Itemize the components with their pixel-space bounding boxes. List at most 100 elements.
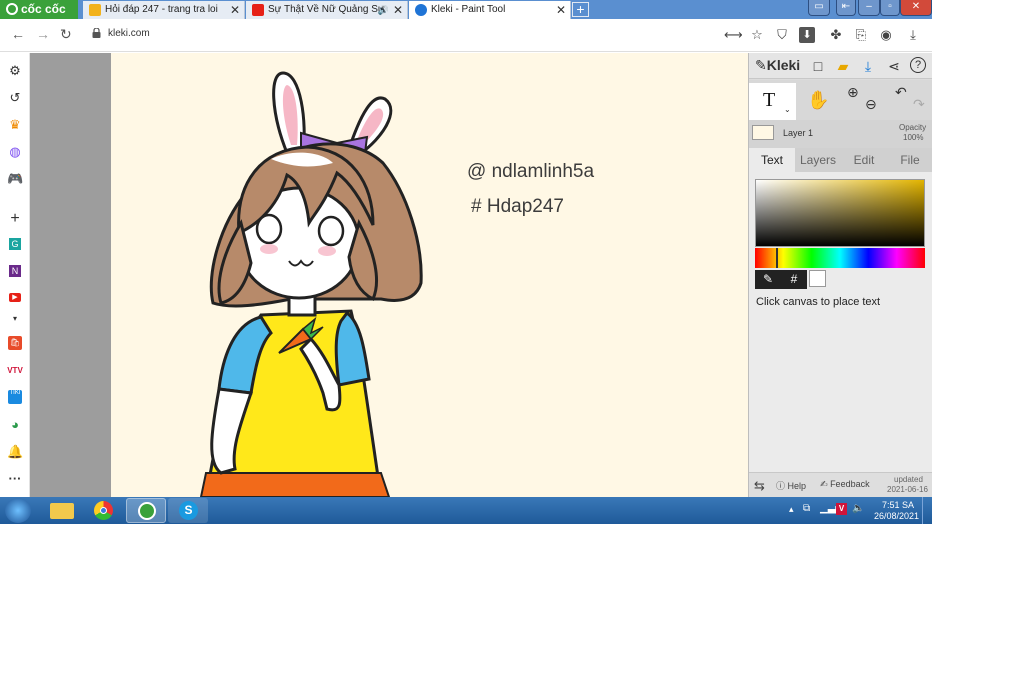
settings-gear-icon[interactable]: ⚙	[7, 63, 23, 79]
help-icon[interactable]: ?	[910, 57, 926, 73]
start-button[interactable]	[5, 498, 31, 523]
account-icon[interactable]: ◉	[878, 27, 894, 43]
undo-icon[interactable]: ↶	[895, 84, 907, 101]
back-icon[interactable]: ←	[11, 26, 25, 42]
hoidap-favicon-icon	[89, 4, 101, 16]
history-icon[interactable]: ↺	[7, 90, 23, 106]
tab-text[interactable]: Text	[749, 148, 795, 172]
kleki-favicon-icon	[415, 4, 427, 16]
gamepad-icon[interactable]: 🎮	[7, 171, 23, 187]
help-circle-icon: ⓘ	[776, 481, 786, 491]
layer-row[interactable]: Layer 1 Opacity 100%	[749, 120, 932, 148]
zoom-in-icon[interactable]: ⊕	[847, 84, 859, 101]
star-icon[interactable]: ☆	[749, 27, 765, 43]
tab-kleki[interactable]: Kleki - Paint Tool ✕	[409, 1, 571, 19]
tab-hoidap247[interactable]: Hỏi đáp 247 - trang tra loi ✕	[83, 1, 245, 19]
chrome-icon[interactable]	[84, 498, 124, 523]
help-link[interactable]: ⓘ Help	[776, 479, 806, 492]
coccoc-taskbar-icon[interactable]	[126, 498, 166, 523]
swap-icon[interactable]: ⇆	[754, 478, 765, 494]
capture-icon[interactable]: ⎘	[853, 27, 869, 43]
translate-icon[interactable]: ⟷	[724, 27, 743, 43]
download-icon[interactable]: ⤓	[859, 57, 877, 75]
hue-handle[interactable]	[776, 248, 778, 268]
zoom-out-icon[interactable]: ⊖	[865, 96, 877, 113]
tab-youtube[interactable]: Sự Thật Về Nữ Quảng Sư 🔊 ✕	[246, 1, 408, 19]
close-icon[interactable]: ✕	[556, 1, 566, 19]
new-image-icon[interactable]: □	[809, 57, 827, 75]
clock-time[interactable]: 7:51 SA	[882, 500, 914, 510]
vtv-icon[interactable]: VTV	[7, 363, 23, 379]
feedback-link[interactable]: ✍ Feedback	[820, 479, 870, 490]
skype-icon[interactable]: S	[168, 498, 208, 523]
chevron-down-icon[interactable]: ▾	[7, 311, 23, 327]
opacity-value: 100%	[903, 133, 924, 142]
add-icon[interactable]: +	[7, 211, 23, 227]
character-drawing	[199, 71, 423, 497]
globe-icon[interactable]: ◕	[7, 417, 23, 433]
color-saturation-picker[interactable]	[755, 179, 925, 247]
eyedropper-icon[interactable]: ✎	[755, 270, 781, 289]
file-explorer-icon[interactable]	[42, 498, 82, 523]
current-color-swatch[interactable]	[809, 270, 826, 287]
canvas-text-username: @ ndlamlinh5a	[467, 161, 595, 182]
tray-expand-icon[interactable]: ▴	[789, 504, 794, 515]
close-icon[interactable]: ✕	[393, 1, 403, 19]
address-bar: ← → ↻ kleki.com ⟷ ☆ ⛉ ⬇ ✤ ⎘ ◉ ⤓	[0, 19, 932, 52]
tab-file[interactable]: File	[887, 148, 932, 172]
downloads-icon[interactable]: ⤓	[905, 27, 921, 43]
show-desktop-button[interactable]	[922, 497, 932, 524]
chevron-down-icon[interactable]: ⌄	[784, 105, 791, 114]
right-blush	[318, 246, 336, 256]
speaker-icon[interactable]: 🔊	[378, 1, 389, 19]
layer-name: Layer 1	[783, 128, 814, 138]
antivirus-icon[interactable]: V	[836, 503, 847, 515]
hex-input-button[interactable]: #	[781, 270, 807, 289]
new-tab-button[interactable]: +	[572, 2, 589, 17]
bell-icon[interactable]: 🔔	[7, 444, 23, 460]
tiki-icon[interactable]: TIKI	[8, 390, 22, 404]
app-g-icon[interactable]: G	[9, 238, 21, 250]
volume-icon[interactable]: 🔈	[852, 503, 864, 514]
text-tool[interactable]: T ⌄	[749, 83, 796, 120]
forward-icon[interactable]: →	[36, 26, 50, 42]
canvas-gutter	[30, 53, 111, 497]
network-device-icon[interactable]: ⧉	[803, 503, 810, 514]
text-hint: Click canvas to place text	[756, 296, 881, 308]
url-field[interactable]: kleki.com	[108, 28, 150, 39]
close-icon[interactable]: ✕	[230, 1, 240, 19]
shop-icon[interactable]: 🛍	[8, 336, 22, 350]
tab-title: Hỏi đáp 247 - trang tra loi	[105, 4, 218, 15]
drawing-canvas[interactable]: @ ndlamlinh5a # Hdap247	[111, 53, 748, 497]
tab-edit[interactable]: Edit	[841, 148, 887, 172]
minimize-icon[interactable]: –	[858, 0, 880, 16]
browser-brand[interactable]: cốc cốc	[0, 0, 78, 19]
window-close-icon[interactable]: ✕	[900, 0, 932, 16]
youtube-icon[interactable]: ▶	[9, 293, 21, 302]
hue-slider[interactable]	[755, 248, 925, 268]
crown-icon[interactable]: ♛	[7, 117, 23, 133]
save-icon[interactable]: ▰	[834, 57, 852, 75]
hand-tool-icon[interactable]: ✋	[807, 90, 829, 111]
shield-icon[interactable]: ⛉	[774, 27, 790, 43]
lock-icon	[92, 28, 101, 38]
share-icon[interactable]: ⋖	[885, 57, 903, 75]
reload-icon[interactable]: ↻	[60, 26, 72, 43]
more-icon[interactable]: ···	[7, 471, 23, 487]
download-box-icon[interactable]: ⬇	[799, 27, 815, 43]
panel-tabs: Text Layers Edit File	[749, 148, 932, 172]
text-tool-icon: T	[763, 89, 776, 111]
right-eye	[317, 215, 345, 247]
extensions-icon[interactable]: ✤	[828, 27, 844, 43]
tab-layers[interactable]: Layers	[795, 148, 841, 172]
onenote-icon[interactable]: N	[9, 265, 21, 277]
skirt-hem	[199, 472, 391, 497]
layer-thumbnail	[752, 125, 774, 140]
maximize-icon[interactable]: ▫	[880, 0, 900, 16]
tab-search-icon[interactable]: ▭	[808, 0, 830, 16]
messenger-icon[interactable]: ◍	[7, 144, 23, 160]
kleki-logo[interactable]: ✎Kleki	[755, 57, 800, 74]
clock-date[interactable]: 26/08/2021	[874, 511, 919, 521]
redo-icon[interactable]: ↷	[913, 96, 925, 113]
back-window-icon[interactable]: ⇤	[836, 0, 856, 16]
